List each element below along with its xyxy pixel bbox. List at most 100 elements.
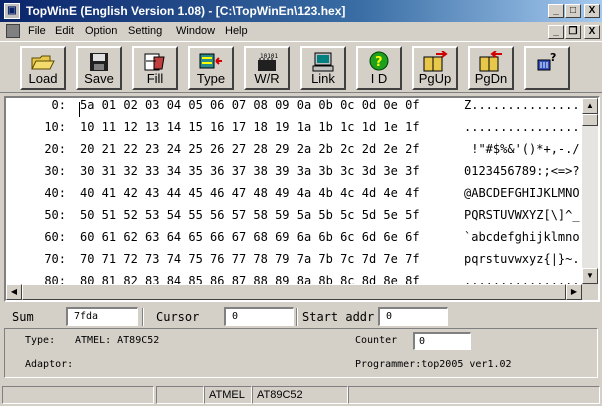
question-icon: ? [369, 51, 389, 71]
child-minimize-button[interactable]: _ [548, 25, 564, 39]
counter-label: Counter [355, 335, 398, 346]
status-panel-1 [2, 386, 154, 404]
pgup-button[interactable]: PgUp [412, 46, 458, 90]
id-label: I D [370, 71, 388, 86]
help-cursor-icon: ? [537, 51, 556, 71]
text-caret [79, 102, 80, 117]
type-value: ATMEL: AT89C52 [75, 335, 160, 346]
wr-label: W/R [254, 71, 280, 86]
hex-address: 50: [44, 208, 66, 222]
svg-text:?: ? [550, 51, 556, 64]
menu-window[interactable]: Window [176, 25, 215, 37]
load-button[interactable]: Load [20, 46, 66, 90]
hex-bytes[interactable]: 40 41 42 43 44 45 46 47 48 49 4a 4b 4c 4… [80, 182, 420, 204]
hex-address: 60: [44, 230, 66, 244]
start-addr-field[interactable]: 0 [378, 307, 448, 326]
hex-ascii: 0123456789:;<=>? [464, 164, 580, 178]
save-button[interactable]: Save [76, 46, 122, 90]
device-info-panel: Type: ATMEL: AT89C52 Adaptor: Counter 0 … [4, 328, 598, 378]
menu-setting[interactable]: Setting [128, 25, 162, 37]
link-label: Link [311, 71, 335, 86]
hex-address: 70: [44, 252, 66, 266]
child-restore-button[interactable]: ❐ [565, 25, 581, 39]
menu-file[interactable]: File [28, 25, 46, 37]
computer-icon [312, 52, 334, 72]
horizontal-scrollbar[interactable]: ◀ ▶ [6, 284, 582, 300]
minimize-button[interactable]: _ [548, 4, 564, 18]
close-button[interactable]: X [584, 4, 600, 18]
hex-ascii: pqrstuvwxyz{|}~. [464, 252, 580, 266]
book-up-icon [423, 51, 448, 72]
hex-bytes[interactable]: 5a 01 02 03 04 05 06 07 08 09 0a 0b 0c 0… [80, 98, 420, 116]
folder-icon [31, 55, 55, 70]
book-down-icon [479, 51, 502, 72]
hex-bytes[interactable]: 80 81 82 83 84 85 86 87 88 89 8a 8b 8c 8… [80, 270, 420, 284]
hex-address: 10: [44, 120, 66, 134]
hex-address: 80: [44, 274, 66, 284]
status-panel-5 [348, 386, 600, 404]
cursor-field[interactable]: 0 [224, 307, 294, 326]
maximize-button[interactable]: □ [565, 4, 581, 18]
type-button[interactable]: Type [188, 46, 234, 90]
hex-ascii: PQRSTUVWXYZ[\]^_ [464, 208, 580, 222]
chip-icon[interactable]: ▣ [4, 3, 20, 19]
help-button[interactable]: ? [524, 46, 570, 90]
document-system-icon[interactable] [6, 24, 20, 38]
hex-ascii: !"#$%&'()*+,-./ [464, 142, 580, 156]
floppy-icon [90, 53, 108, 71]
id-button[interactable]: ? I D [356, 46, 402, 90]
link-button[interactable]: Link [300, 46, 346, 90]
hex-bytes[interactable]: 60 61 62 63 64 65 66 67 68 69 6a 6b 6c 6… [80, 226, 420, 248]
scroll-right-icon[interactable]: ▶ [566, 284, 582, 300]
menu-help[interactable]: Help [225, 25, 248, 37]
scroll-up-icon[interactable]: ▲ [582, 98, 598, 114]
child-close-button[interactable]: X [584, 25, 600, 39]
hex-address: 0: [51, 98, 66, 112]
hex-address: 40: [44, 186, 66, 200]
start-addr-label: Start addr [302, 310, 375, 324]
binary-chip-icon-text: 10101 [260, 53, 278, 60]
vertical-scrollbar[interactable]: ▲ ▼ [582, 98, 598, 284]
counter-field[interactable]: 0 [413, 332, 471, 350]
menu-bar: File Edit Option Setting Window Help _ ❐… [0, 22, 602, 40]
type-icon [199, 53, 222, 69]
svg-text:?: ? [375, 55, 383, 70]
pgdn-label: PgDn [474, 71, 508, 86]
status-manufacturer: ATMEL [204, 386, 252, 404]
hex-ascii: ................ [464, 274, 580, 284]
status-device: AT89C52 [252, 386, 348, 404]
hex-rows[interactable]: 0: 5a 01 02 03 04 05 06 07 08 09 0a 0b 0c… [6, 98, 582, 284]
toolbar: Load Save Fill Type 10101 W/R Link ? I D… [0, 41, 602, 93]
window-title: TopWinE (English Version 1.08) - [C:\Top… [26, 4, 346, 18]
horizontal-scroll-thumb[interactable] [22, 284, 566, 300]
title-bar[interactable]: ▣ TopWinE (English Version 1.08) - [C:\T… [0, 0, 602, 22]
save-label: Save [84, 71, 114, 86]
load-label: Load [28, 71, 58, 86]
fields-row: Sum 7fda Cursor 0 Start addr 0 [0, 306, 602, 326]
sum-field[interactable]: 7fda [66, 307, 138, 326]
fill-button[interactable]: Fill [132, 46, 178, 90]
type-label: Type [196, 71, 226, 86]
scroll-down-icon[interactable]: ▼ [582, 268, 598, 284]
binary-chip-icon: 10101 [258, 53, 278, 71]
hex-editor[interactable]: 0: 5a 01 02 03 04 05 06 07 08 09 0a 0b 0c… [4, 96, 600, 302]
main-window: ▣ TopWinE (English Version 1.08) - [C:\T… [0, 0, 602, 406]
status-panel-2 [156, 386, 204, 404]
scroll-left-icon[interactable]: ◀ [6, 284, 22, 300]
write-read-button[interactable]: 10101 W/R [244, 46, 290, 90]
hex-bytes[interactable]: 30 31 32 33 34 35 36 37 38 39 3a 3b 3c 3… [80, 160, 420, 182]
pgup-label: PgUp [418, 71, 452, 86]
adaptor-label: Adaptor: [25, 359, 74, 370]
hex-bytes[interactable]: 20 21 22 23 24 25 26 27 28 29 2a 2b 2c 2… [80, 138, 420, 160]
hex-bytes[interactable]: 10 11 12 13 14 15 16 17 18 19 1a 1b 1c 1… [80, 116, 420, 138]
menu-edit[interactable]: Edit [55, 25, 74, 37]
hex-address: 20: [44, 142, 66, 156]
fill-icon [144, 53, 165, 71]
hex-address: 30: [44, 164, 66, 178]
hex-bytes[interactable]: 70 71 72 73 74 75 76 77 78 79 7a 7b 7c 7… [80, 248, 420, 270]
type-label: Type: [25, 335, 56, 346]
menu-option[interactable]: Option [85, 25, 117, 37]
vertical-scroll-thumb[interactable] [582, 114, 598, 126]
hex-bytes[interactable]: 50 51 52 53 54 55 56 57 58 59 5a 5b 5c 5… [80, 204, 420, 226]
pgdn-button[interactable]: PgDn [468, 46, 514, 90]
